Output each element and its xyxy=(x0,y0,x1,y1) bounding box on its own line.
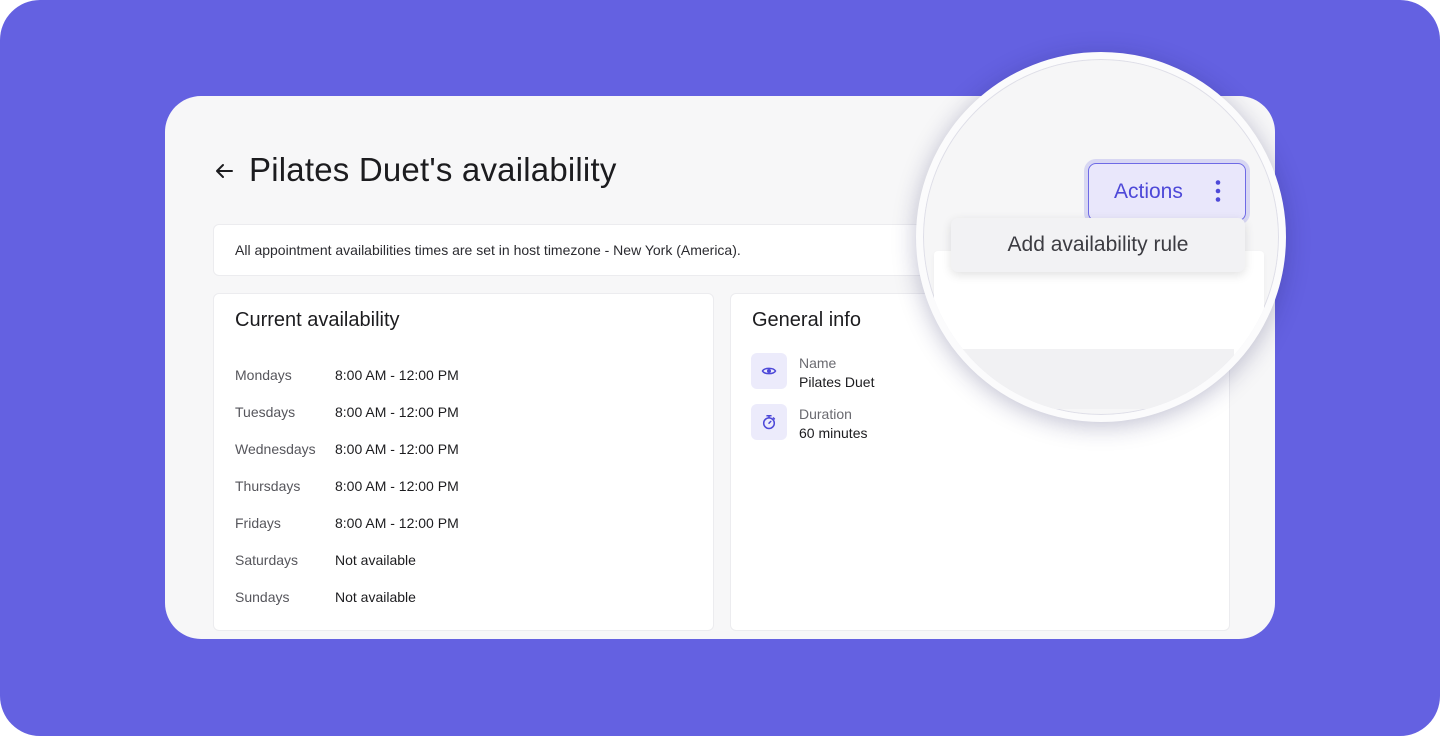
availability-time: 8:00 AM - 12:00 PM xyxy=(335,403,459,420)
availability-time: Not available xyxy=(335,551,416,568)
info-label: Name xyxy=(799,355,837,371)
availability-row: Wednesdays 8:00 AM - 12:00 PM xyxy=(235,430,459,467)
menu-item-add-availability-rule[interactable]: Add availability rule xyxy=(951,218,1245,272)
availability-time: Not available xyxy=(335,588,416,605)
availability-time: 8:00 AM - 12:00 PM xyxy=(335,366,459,383)
availability-row: Fridays 8:00 AM - 12:00 PM xyxy=(235,504,459,541)
current-availability-panel: Current availability Mondays 8:00 AM - 1… xyxy=(213,293,714,631)
info-value: 60 minutes xyxy=(799,425,868,441)
availability-time: 8:00 AM - 12:00 PM xyxy=(335,514,459,531)
availability-day: Saturdays xyxy=(235,551,299,568)
availability-row: Tuesdays 8:00 AM - 12:00 PM xyxy=(235,393,459,430)
info-item-name: Name Pilates Duet xyxy=(751,353,874,392)
availability-row: Mondays 8:00 AM - 12:00 PM xyxy=(235,356,459,393)
kebab-menu-icon xyxy=(1215,180,1221,202)
backdrop: Pilates Duet's availability All appointm… xyxy=(0,0,1440,736)
availability-day: Tuesdays xyxy=(235,403,296,420)
eye-icon xyxy=(751,353,787,389)
stopwatch-icon xyxy=(751,404,787,440)
availability-day: Fridays xyxy=(235,514,281,531)
availability-day: Sundays xyxy=(235,588,290,605)
magnifier-lens: Actions Add availability rule xyxy=(916,52,1286,422)
availability-list: Mondays 8:00 AM - 12:00 PM Tuesdays 8:00… xyxy=(235,356,459,615)
info-item-duration: Duration 60 minutes xyxy=(751,404,867,443)
availability-time: 8:00 AM - 12:00 PM xyxy=(335,440,459,457)
current-availability-title: Current availability xyxy=(235,309,400,331)
availability-day: Wednesdays xyxy=(235,440,316,457)
info-label: Duration xyxy=(799,406,852,422)
availability-row: Thursdays 8:00 AM - 12:00 PM xyxy=(235,467,459,504)
availability-row: Sundays Not available xyxy=(235,578,459,615)
general-info-title: General info xyxy=(752,309,861,331)
actions-button[interactable]: Actions xyxy=(1088,163,1246,221)
back-arrow-icon[interactable] xyxy=(213,160,235,182)
availability-time: 8:00 AM - 12:00 PM xyxy=(335,477,459,494)
availability-day: Thursdays xyxy=(235,477,301,494)
magnified-panel-strip xyxy=(934,349,1234,409)
page-title: Pilates Duet's availability xyxy=(249,151,617,188)
info-value: Pilates Duet xyxy=(799,374,875,390)
availability-day: Mondays xyxy=(235,366,292,383)
menu-item-label: Add availability rule xyxy=(1007,233,1189,256)
actions-button-label: Actions xyxy=(1114,180,1183,203)
availability-row: Saturdays Not available xyxy=(235,541,459,578)
